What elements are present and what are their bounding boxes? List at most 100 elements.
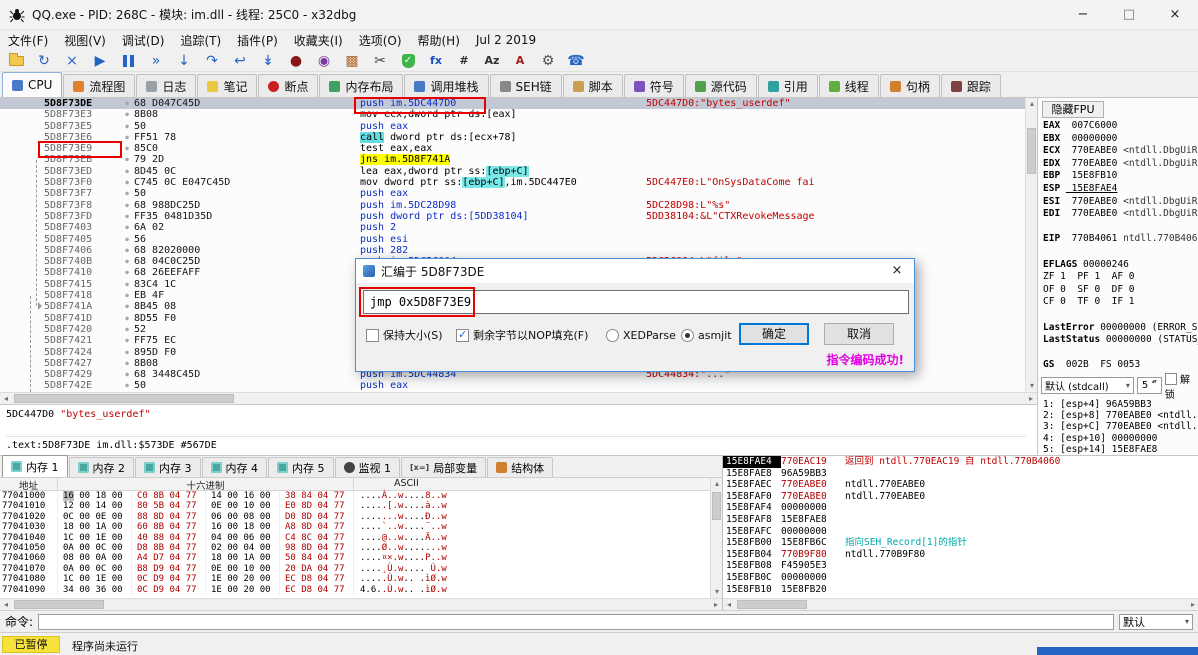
menu-item-0[interactable]: 文件(F)	[0, 30, 56, 51]
dialog-close-icon[interactable]: ×	[880, 259, 914, 283]
scroll-thumb[interactable]	[737, 600, 807, 609]
disasm-row[interactable]: 5D8F73ED ● 8D45 0C lea eax,dword ptr ss:[eb…	[0, 165, 1025, 177]
strings-icon[interactable]: Az	[480, 51, 504, 71]
execute-till-return-icon[interactable]: ↩	[228, 51, 252, 71]
step-over-icon[interactable]: ↷	[200, 51, 224, 71]
disasm-vscrollbar[interactable]: ▴ ▾	[1025, 98, 1037, 392]
menu-item-4[interactable]: 插件(P)	[229, 30, 286, 51]
memory-row[interactable]: 77041060 08 00 0A 00 A4 D7 04 77 18 00 1A 0…	[0, 553, 722, 564]
disasm-row[interactable]: 5D8F73E5 ● 50 push eax	[0, 121, 1025, 132]
calculator-icon[interactable]: #	[452, 51, 476, 71]
menu-item-5[interactable]: 收藏夹(I)	[286, 30, 351, 51]
register-row[interactable]: ZF 1 PF 1 AF 0	[1038, 271, 1198, 284]
tab-references[interactable]: 引用	[757, 74, 818, 97]
arg-row[interactable]: 5: [esp+14] 15E8FAE8	[1038, 444, 1198, 455]
unlock-checkbox[interactable]: 解锁	[1164, 371, 1198, 401]
disasm-row[interactable]: 5D8F742E ● 50 push eax	[0, 380, 1025, 391]
stack-row[interactable]: 15E8FB08 F45905E3	[723, 560, 1198, 572]
memory-tab-mem2[interactable]: 内存 2	[68, 457, 134, 477]
hide-fpu-button[interactable]: 隐藏FPU	[1042, 101, 1104, 118]
tab-notes[interactable]: 笔记	[197, 74, 258, 97]
run-to-user-code-icon[interactable]: ↡	[256, 51, 280, 71]
stack-row[interactable]: 15E8FB0C 00000000	[723, 572, 1198, 584]
register-row[interactable]	[1038, 221, 1198, 234]
tab-cpu[interactable]: CPU	[2, 72, 63, 97]
favourite-functions-icon[interactable]: fx	[424, 51, 448, 71]
stack-row[interactable]: 15E8FAE8 96A59BB3	[723, 468, 1198, 480]
register-row[interactable]: LastStatus 00000000 (STATUS_SUCCESS)	[1038, 334, 1198, 347]
register-row[interactable]	[1038, 309, 1198, 322]
stack-row[interactable]: 15E8FAFC 00000000	[723, 526, 1198, 538]
register-row[interactable]: CF 0 TF 0 IF 1	[1038, 296, 1198, 309]
scissors-icon[interactable]: ✂	[368, 51, 392, 71]
run-trace-icon[interactable]: »	[144, 51, 168, 71]
disasm-row[interactable]: 5D8F73EB ● 79 2D jns im.5D8F741A	[0, 154, 1025, 166]
breakpoint-icon[interactable]: ●	[284, 51, 308, 71]
command-mode-combobox[interactable]: 默认 ▾	[1119, 613, 1193, 630]
register-row[interactable]: OF 0 SF 0 DF 0	[1038, 284, 1198, 297]
memory-row[interactable]: 77041020 0C 00 0E 00 88 8D 04 77 06 00 08 0…	[0, 511, 722, 523]
cancel-button[interactable]: 取消	[824, 323, 894, 345]
register-row[interactable]: EIP 770B4061 ntdll.770B4061	[1038, 233, 1198, 246]
stack-row[interactable]: 15E8FAF4 00000000	[723, 502, 1198, 514]
tab-trace[interactable]: 跟踪	[940, 74, 1001, 97]
close-icon[interactable]: ×	[60, 51, 84, 71]
memory-tab-mem4[interactable]: 内存 4	[201, 457, 267, 477]
arg-count-spinner[interactable]: 5	[1136, 377, 1162, 394]
memory-row[interactable]: 77041050 0A 00 0C 00 D8 8B 04 77 02 00 04 0…	[0, 542, 722, 554]
disasm-row[interactable]: 5D8F73E9 ● 85C0 test eax,eax	[0, 143, 1025, 154]
arg-row[interactable]: 2: [esp+8] 770EABE0 <ntdll.DbgUiRemoteBr…	[1038, 410, 1198, 421]
stack-row[interactable]: 15E8FAF0 770EABE0 ntdll.770EABE0	[723, 491, 1198, 503]
disasm-row[interactable]: 5D8F73E3 ● 8B08 mov ecx,dword ptr ds:[eax]	[0, 109, 1025, 120]
memory-row[interactable]: 77041030 18 00 1A 00 60 8B 04 77 16 00 18 0…	[0, 522, 722, 533]
arg-row[interactable]: 3: [esp+C] 770EABE0 <ntdll.DbgUiRemoteBr…	[1038, 421, 1198, 432]
memory-tab-struct[interactable]: 结构体	[487, 457, 554, 477]
memory-row[interactable]: 77041000 16 00 18 00 C0 8B 04 77 14 00 16 0…	[0, 491, 722, 502]
run-icon[interactable]: ▶	[88, 51, 112, 71]
scroll-thumb[interactable]	[1027, 128, 1036, 174]
stack-row[interactable]: 15E8FAF8 15E8FAE8	[723, 514, 1198, 526]
stack-row[interactable]: 15E8FB10 15E8FB20	[723, 584, 1198, 596]
convention-combobox[interactable]: 默认 (stdcall) ▾	[1041, 377, 1134, 394]
memory-vscrollbar[interactable]: ▴ ▾	[710, 478, 722, 598]
memory-row[interactable]: 77041040 1C 00 1E 00 40 88 04 77 04 00 06 0…	[0, 532, 722, 543]
memory-row[interactable]: 77041090 34 00 36 00 0C D9 04 77 1E 00 20 0…	[0, 584, 722, 595]
assemble-instruction-input[interactable]	[363, 290, 909, 314]
disasm-row[interactable]: 5D8F73DE ● 68 D047C45D push im.5DC447D0 5DC4…	[0, 98, 1025, 110]
disasm-row[interactable]: 5D8F73F7 ● 50 push eax	[0, 188, 1025, 199]
keep-size-checkbox[interactable]: 保持大小(S)	[366, 326, 443, 344]
menu-item-6[interactable]: 选项(O)	[351, 30, 410, 51]
stack-row[interactable]: 15E8FAE4 770EAC19 返回到 ntdll.770EAC19 自 ntd…	[723, 456, 1198, 468]
register-row[interactable]: EBX 00000000	[1038, 133, 1198, 146]
settings-gear-icon[interactable]: ⚙	[536, 51, 560, 71]
tab-seh[interactable]: SEH链	[489, 74, 562, 97]
register-row[interactable]: LastError 00000000 (ERROR_SUCCESS)	[1038, 322, 1198, 335]
tab-call-stack[interactable]: 调用堆栈	[404, 74, 489, 97]
disasm-row[interactable]: 5D8F73FD ● FF35 0481D35D push dword ptr ds:…	[0, 211, 1025, 222]
arg-row[interactable]: 1: [esp+4] 96A59BB3	[1038, 399, 1198, 410]
memory-row[interactable]: 77041010 12 00 14 00 80 5B 04 77 0E 00 10 0…	[0, 501, 722, 512]
scroll-thumb[interactable]	[14, 600, 104, 609]
register-row[interactable]: ESP 15E8FAE4	[1038, 183, 1198, 196]
stack-row[interactable]: 15E8FB04 770B9F80 ntdll.770B9F80	[723, 549, 1198, 561]
memory-tab-mem3[interactable]: 内存 3	[135, 457, 201, 477]
maximize-button[interactable]: □	[1106, 0, 1152, 29]
tab-source[interactable]: 源代码	[684, 74, 757, 97]
menu-item-7[interactable]: 帮助(H)	[410, 30, 468, 51]
appearance-icon[interactable]: A	[508, 51, 532, 71]
arg-row[interactable]: 4: [esp+10] 00000000	[1038, 433, 1198, 444]
tab-graph[interactable]: 流程图	[63, 74, 136, 97]
command-input[interactable]	[38, 613, 1114, 630]
ok-button[interactable]: 确定	[739, 323, 809, 345]
open-file-icon[interactable]	[4, 51, 28, 71]
disasm-row[interactable]: 5D8F73F0 ● C745 0C E047C45D mov dword ptr s…	[0, 177, 1025, 189]
stack-row[interactable]: 15E8FAEC 770EABE0 ntdll.770EABE0	[723, 479, 1198, 491]
stack-hscrollbar[interactable]: ◂ ▸	[723, 598, 1198, 610]
tab-handles[interactable]: 句柄	[879, 74, 940, 97]
disasm-row[interactable]: 5D8F7403 ● 6A 02 push 2	[0, 222, 1025, 233]
report-bug-icon[interactable]: ☎	[564, 51, 588, 71]
tab-breakpoints[interactable]: 断点	[258, 74, 319, 97]
disasm-row[interactable]: 5D8F7405 ● 56 push esi	[0, 234, 1025, 245]
register-row[interactable]: EFLAGS 00000246	[1038, 259, 1198, 272]
disasm-hscrollbar[interactable]: ◂ ▸	[0, 392, 1037, 404]
